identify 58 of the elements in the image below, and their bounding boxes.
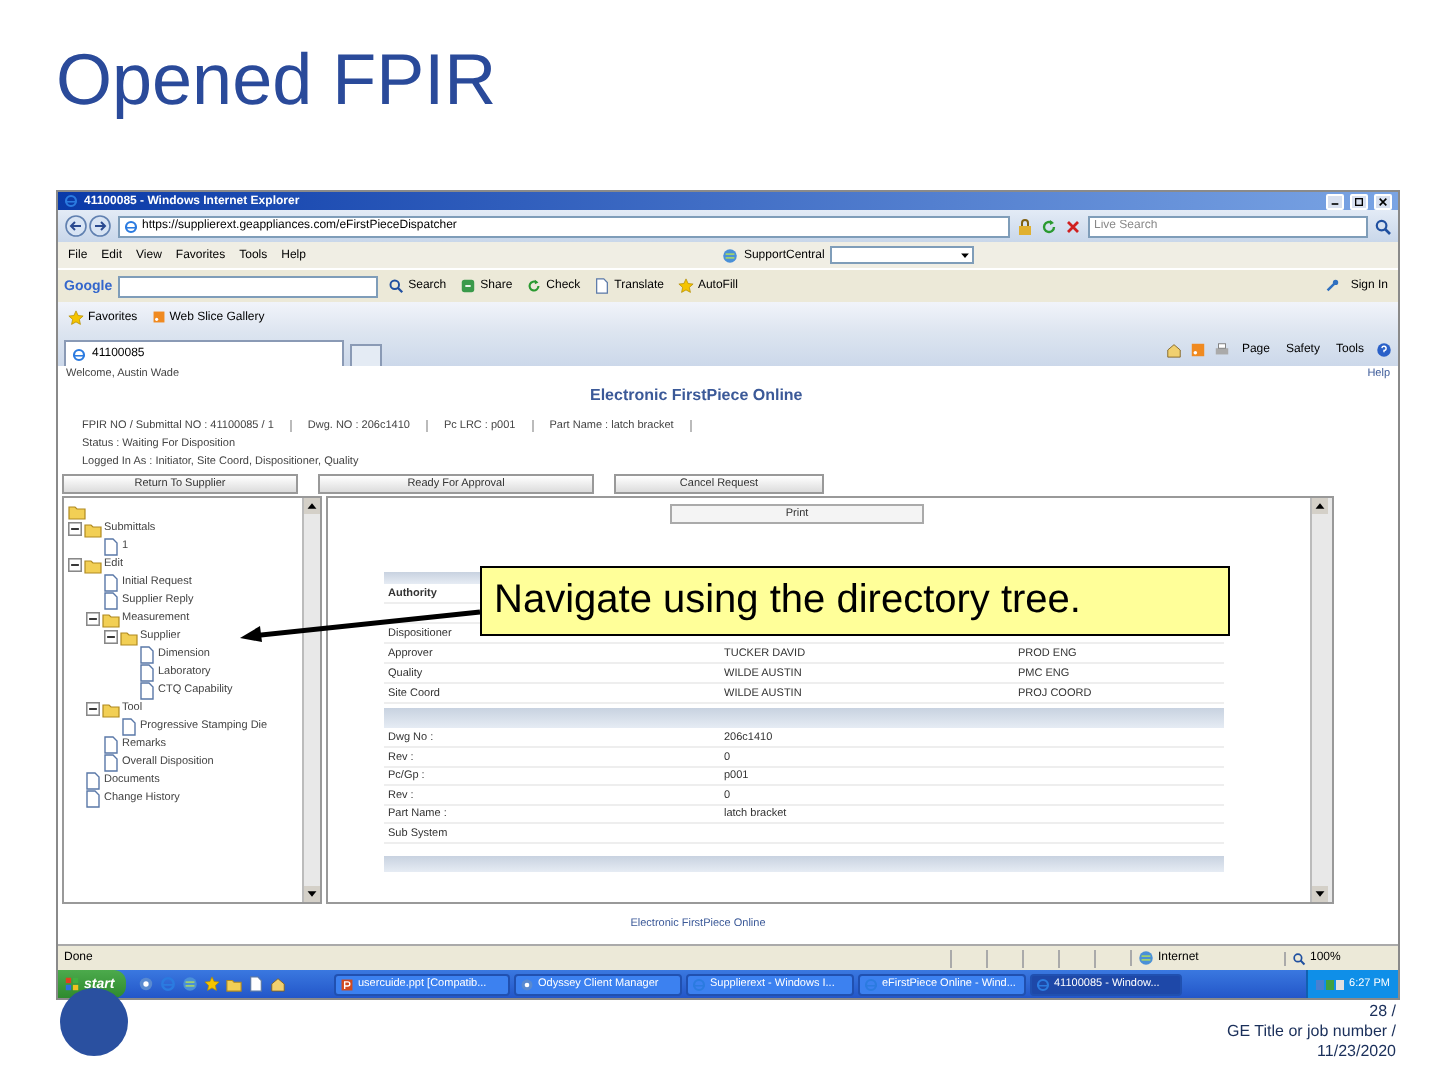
print-icon[interactable]: [1213, 341, 1230, 357]
toolbar-dropdown[interactable]: [830, 246, 975, 264]
app-icon: [520, 977, 534, 991]
close-button[interactable]: [1374, 193, 1392, 209]
app-icon: [692, 977, 706, 991]
page-number: 28 /: [1369, 1002, 1396, 1022]
toolbar-icon: [388, 278, 405, 294]
search-icon[interactable]: [1374, 217, 1392, 235]
scroll-down-icon[interactable]: [304, 886, 320, 903]
support-icon: [721, 247, 738, 263]
slide-date: 11/23/2020: [1317, 1042, 1396, 1062]
quick-launch-icon[interactable]: [182, 976, 198, 992]
stop-icon[interactable]: [1064, 217, 1082, 235]
scrollbar[interactable]: [302, 497, 320, 903]
back-forward-icon[interactable]: [64, 214, 112, 238]
expander-icon[interactable]: [86, 701, 100, 716]
globe-icon: [1138, 950, 1154, 966]
callout-box: Navigate using the directory tree.: [480, 566, 1230, 636]
quick-launch-icon[interactable]: [138, 976, 154, 992]
toolbar-icon: [526, 278, 543, 294]
app-title: Electronic FirstPiece Online: [588, 386, 805, 404]
tray-icons[interactable]: [1315, 975, 1344, 993]
windows-flag-icon: [64, 976, 80, 992]
app-icon: [1036, 977, 1050, 991]
wrench-icon[interactable]: [1324, 278, 1341, 294]
scroll-up-icon[interactable]: [304, 497, 320, 514]
footer-title: GE Title or job number /: [1227, 1022, 1396, 1042]
expander-icon[interactable]: [68, 557, 82, 572]
home-icon[interactable]: [1165, 341, 1182, 357]
app-icon: [864, 977, 878, 991]
expander-icon[interactable]: [68, 521, 82, 536]
lock-icon: [1016, 217, 1034, 235]
expander-icon[interactable]: [104, 629, 118, 644]
app-icon: [340, 977, 354, 991]
web-slice-icon: [151, 310, 166, 324]
close-icon: [1376, 195, 1390, 207]
star-icon: [68, 309, 84, 325]
browser-icon: [64, 194, 78, 208]
maximize-button[interactable]: [1350, 193, 1368, 209]
caret-icon: [958, 248, 973, 262]
toolbar-icon: [460, 278, 477, 294]
expander-icon[interactable]: [86, 611, 100, 626]
google-search-field[interactable]: [118, 275, 379, 297]
zoom-icon: [1292, 951, 1306, 965]
help-icon[interactable]: [1376, 341, 1392, 357]
scrollbar[interactable]: [1310, 497, 1332, 903]
quick-launch-icon[interactable]: [204, 976, 220, 992]
slide-title: Opened FPIR: [54, 36, 499, 124]
maximize-icon: [1352, 195, 1366, 207]
refresh-icon[interactable]: [1040, 217, 1058, 235]
toolbar-icon: [677, 278, 694, 294]
scroll-up-icon[interactable]: [1312, 497, 1328, 514]
page-icon: [124, 219, 138, 233]
browser-icon: [72, 347, 86, 361]
folder-icon: [102, 699, 120, 718]
scroll-down-icon[interactable]: [1312, 886, 1328, 903]
minimize-button[interactable]: [1326, 193, 1344, 209]
toolbar-icon: [594, 278, 611, 294]
